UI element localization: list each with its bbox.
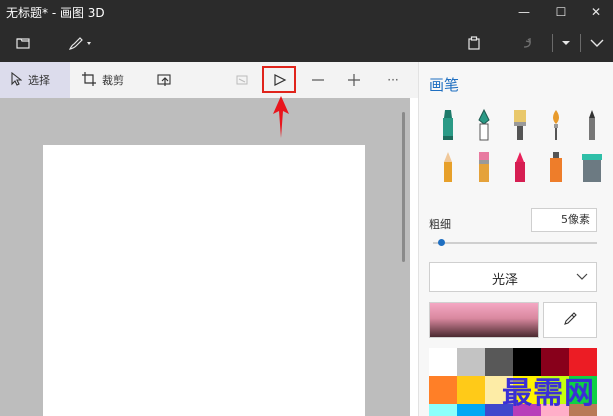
watermark-text: 最需网 (502, 376, 595, 411)
thickness-slider[interactable] (433, 242, 597, 244)
current-color-preview[interactable] (429, 302, 539, 338)
select-label: 选择 (28, 74, 50, 87)
tool-toolbar: 选择 裁剪 ··· (0, 62, 418, 98)
thickness-input[interactable]: 5像素 (531, 208, 597, 232)
close-button[interactable]: ✕ (578, 0, 613, 24)
canvas-workspace[interactable] (0, 98, 410, 416)
thickness-slider-thumb[interactable] (437, 239, 445, 246)
redo-icon[interactable] (516, 30, 538, 56)
highlight-box (262, 66, 296, 93)
more-menu-icon[interactable] (557, 30, 575, 56)
color-swatch[interactable] (457, 404, 485, 416)
crop-label: 裁剪 (102, 74, 124, 87)
minimize-button[interactable]: — (506, 0, 542, 24)
menu-divider (580, 34, 581, 52)
brush-panel: 画笔 粗细 5像素 光泽 (418, 62, 613, 416)
calligraphy-pen-brush[interactable] (471, 108, 497, 142)
thickness-label: 粗细 (429, 218, 451, 231)
brush-menu-icon[interactable] (64, 30, 96, 56)
title-bar: 无标题* - 画图 3D — ☐ ✕ (0, 0, 613, 24)
crop-icon (82, 71, 96, 89)
more-tools-button[interactable]: ··· (378, 66, 408, 94)
select-tool-button[interactable]: 选择 (0, 62, 70, 98)
crop-tool-button[interactable]: 裁剪 (82, 62, 138, 98)
color-swatch[interactable] (457, 376, 485, 404)
window-title: 无标题* - 画图 3D (6, 6, 105, 20)
magic-select-icon[interactable] (150, 66, 180, 94)
texture-dropdown[interactable]: 光泽 (429, 262, 597, 292)
spray-can-brush[interactable] (543, 150, 569, 184)
expand-chevron-icon[interactable] (585, 30, 609, 56)
folder-icon[interactable] (10, 30, 36, 56)
sticker-icon[interactable] (228, 66, 258, 94)
menu-divider (552, 34, 553, 52)
paste-icon[interactable] (462, 30, 486, 56)
texture-value: 光泽 (491, 273, 518, 288)
zoom-out-icon[interactable] (303, 66, 333, 94)
color-swatch[interactable] (429, 376, 457, 404)
maximize-button[interactable]: ☐ (543, 0, 579, 24)
panel-title: 画笔 (429, 76, 460, 94)
chevron-down-icon (576, 270, 588, 286)
fill-bucket-brush[interactable] (579, 150, 605, 184)
menu-bar (0, 24, 613, 62)
marker-brush[interactable] (435, 108, 461, 142)
pencil-brush[interactable] (435, 150, 461, 184)
vertical-scrollbar[interactable] (402, 112, 405, 262)
cursor-icon (10, 71, 23, 89)
color-swatch[interactable] (457, 348, 485, 376)
color-swatch[interactable] (429, 404, 457, 416)
crayon-brush[interactable] (507, 150, 533, 184)
color-swatch[interactable] (429, 348, 457, 376)
pixel-pen-brush[interactable] (579, 108, 605, 142)
eyedropper-icon (563, 311, 577, 329)
zoom-in-icon[interactable] (339, 66, 369, 94)
oil-brush[interactable] (507, 108, 533, 142)
red-arrow-icon (273, 96, 289, 138)
watercolor-brush[interactable] (543, 108, 569, 142)
drawing-canvas[interactable] (43, 145, 365, 416)
eraser-brush[interactable] (471, 150, 497, 184)
eyedropper-button[interactable] (543, 302, 597, 338)
